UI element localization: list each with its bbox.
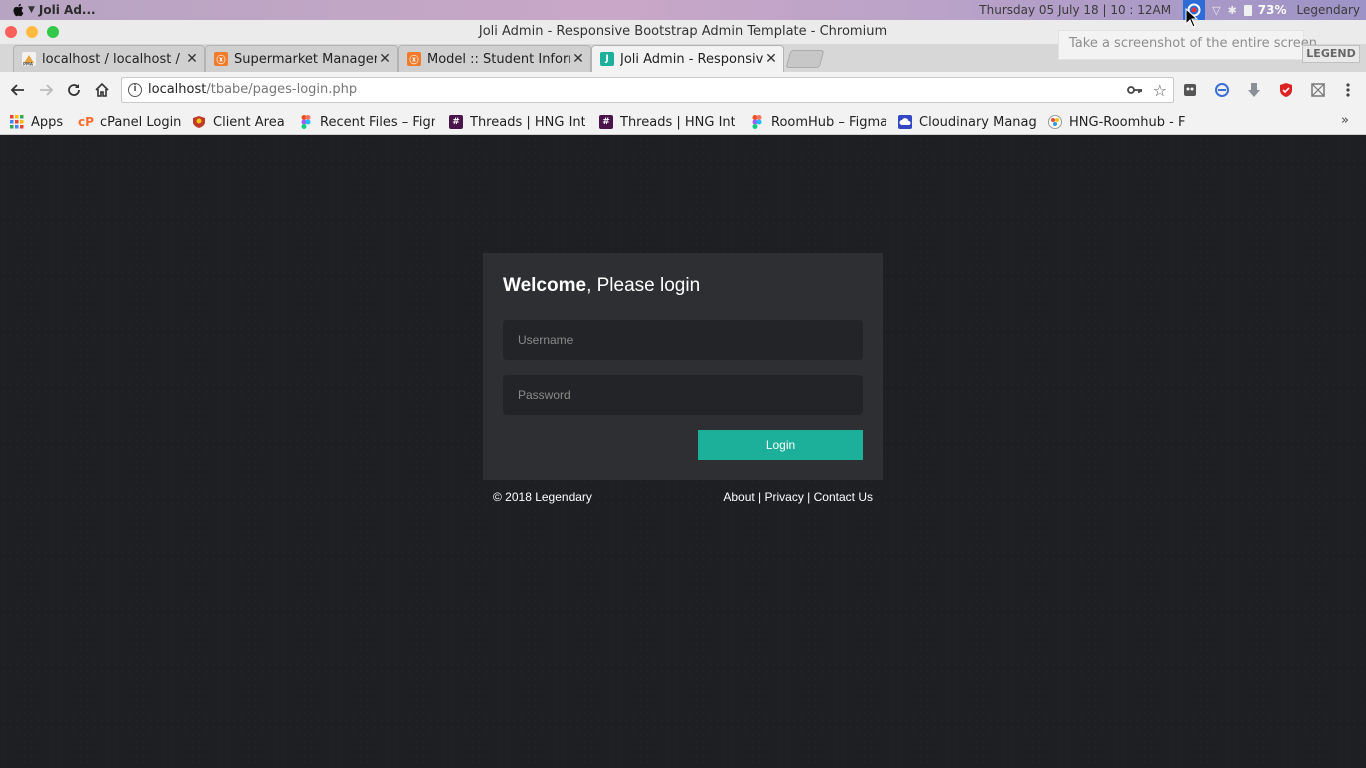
active-app-name[interactable]: Joli Ad... (39, 3, 96, 17)
figma-icon (750, 115, 764, 129)
tab-title: Model :: Student Inform (427, 51, 570, 67)
cpanel-icon: cP (78, 115, 94, 129)
login-panel: Welcome, Please login Login (483, 253, 883, 480)
tab-title: localhost / localhost / tl (42, 51, 184, 67)
close-tab-icon[interactable]: ✕ (763, 51, 779, 67)
xampp-icon: ⓧ (214, 52, 228, 66)
bookmark-cpanel[interactable]: cP cPanel Login (78, 113, 183, 131)
bookmark-apps[interactable]: Apps (10, 113, 72, 131)
roomhub-icon (1048, 115, 1062, 129)
contact-us-link[interactable]: Contact Us (814, 490, 873, 504)
close-tab-icon[interactable]: ✕ (377, 51, 393, 67)
login-title-rest: , Please login (586, 275, 701, 296)
settings-gear-icon[interactable]: ✱ (1228, 4, 1237, 17)
tab-title: Supermarket Managem (234, 51, 377, 67)
footer-links: About | Privacy | Contact Us (723, 490, 873, 504)
bookmark-client-area[interactable]: Client Area (192, 113, 287, 131)
address-bar[interactable]: i localhost/tbabe/pages-login.php ☆ (121, 77, 1174, 103)
username-input[interactable] (503, 320, 863, 360)
bookmark-label: Threads | HNG Inte (620, 114, 735, 130)
bookmark-threads-hng-1[interactable]: # Threads | HNG Inte (449, 113, 585, 131)
reload-icon[interactable] (64, 80, 84, 100)
bookmark-star-icon[interactable]: ☆ (1153, 81, 1167, 100)
figma-icon (299, 115, 313, 129)
bookmark-roomhub-figma[interactable]: RoomHub – Figma (750, 113, 886, 131)
login-title: Welcome, Please login (503, 275, 700, 297)
login-button[interactable]: Login (698, 430, 863, 460)
sync-icon[interactable] (1214, 82, 1230, 98)
cloudinary-icon (898, 115, 912, 129)
slack-icon: # (449, 115, 463, 129)
privacy-link[interactable]: Privacy (765, 490, 804, 504)
bookmark-label: Client Area (213, 114, 285, 130)
client-area-icon (192, 115, 206, 129)
back-arrow-icon[interactable] (8, 80, 28, 100)
apple-icon[interactable] (11, 3, 25, 17)
mouse-cursor-icon (1185, 8, 1199, 28)
bookmark-label: cPanel Login (100, 114, 182, 130)
browser-toolbar: i localhost/tbabe/pages-login.php ☆ (0, 72, 1366, 108)
bookmarks-bar: Apps cP cPanel Login Client Area Recent … (0, 108, 1366, 135)
info-icon[interactable]: i (128, 83, 142, 97)
bookmark-label: HNG-Roomhub - F (1069, 114, 1186, 130)
url-text[interactable]: localhost/tbabe/pages-login.php (148, 82, 357, 97)
pma-icon: PMA (22, 52, 36, 66)
xampp-icon: ⓧ (407, 52, 421, 66)
bookmarks-overflow-icon[interactable]: » (1341, 113, 1349, 128)
about-link[interactable]: About (723, 490, 754, 504)
battery-icon[interactable] (1243, 4, 1252, 16)
slack-icon: # (599, 115, 613, 129)
joli-icon: J (600, 52, 614, 66)
svg-text:PMA: PMA (23, 62, 34, 67)
puzzle-icon[interactable] (1310, 82, 1326, 98)
bookmark-label: Threads | HNG Inte (470, 114, 585, 130)
legend-badge: LEGEND (1302, 45, 1360, 63)
link-separator: | (803, 490, 814, 504)
close-tab-icon[interactable]: ✕ (184, 51, 200, 67)
new-tab-button[interactable] (785, 50, 825, 68)
forward-arrow-icon[interactable] (36, 80, 56, 100)
chevron-down-icon[interactable]: ▼ (28, 5, 35, 15)
login-title-bold: Welcome (503, 275, 587, 296)
bookmark-cloudinary[interactable]: Cloudinary Manag (898, 113, 1036, 131)
home-icon[interactable] (92, 80, 112, 100)
os-menu-bar: ▼ Joli Ad... Thursday 05 July 18 | 10 : … (0, 0, 1366, 20)
key-icon[interactable] (1127, 83, 1143, 101)
clock[interactable]: Thursday 05 July 18 | 10 : 12AM (979, 3, 1171, 17)
tab-student-info[interactable]: ⓧ Model :: Student Inform ✕ (398, 45, 591, 72)
battery-percent: 73% (1257, 3, 1287, 17)
shield-icon[interactable] (1278, 82, 1294, 98)
bookmark-threads-hng-2[interactable]: # Threads | HNG Inte (599, 113, 735, 131)
bookmark-label: Apps (31, 114, 64, 130)
tab-title: Joli Admin - Responsiv (620, 51, 763, 67)
apps-grid-icon (10, 115, 24, 129)
password-input[interactable] (503, 375, 863, 415)
page-content: Welcome, Please login Login © 2018 Legen… (0, 136, 1366, 768)
bookmark-recent-files-figma[interactable]: Recent Files – Figm (299, 113, 435, 131)
bookmark-label: RoomHub – Figma (771, 114, 886, 130)
download-icon[interactable] (1246, 82, 1262, 98)
user-menu[interactable]: Legendary (1297, 3, 1360, 17)
extension-icon[interactable] (1182, 82, 1198, 98)
copyright-text: © 2018 Legendary (493, 490, 592, 504)
menu-dots-icon[interactable] (1340, 82, 1356, 98)
tab-localhost[interactable]: PMA localhost / localhost / tl ✕ (13, 45, 205, 72)
bookmark-label: Recent Files – Figm (320, 114, 435, 130)
close-tab-icon[interactable]: ✕ (570, 51, 586, 67)
wifi-icon[interactable]: ▽ (1212, 4, 1220, 17)
tab-supermarket[interactable]: ⓧ Supermarket Managem ✕ (205, 45, 398, 72)
bookmark-label: Cloudinary Manag (919, 114, 1036, 130)
tab-joli-admin[interactable]: J Joli Admin - Responsiv ✕ (591, 45, 784, 72)
bookmark-hng-roomhub[interactable]: HNG-Roomhub - F (1048, 113, 1186, 131)
link-separator: | (754, 490, 765, 504)
screenshot-tooltip: Take a screenshot of the entire screen (1058, 30, 1317, 60)
login-footer: © 2018 Legendary About | Privacy | Conta… (483, 490, 883, 506)
